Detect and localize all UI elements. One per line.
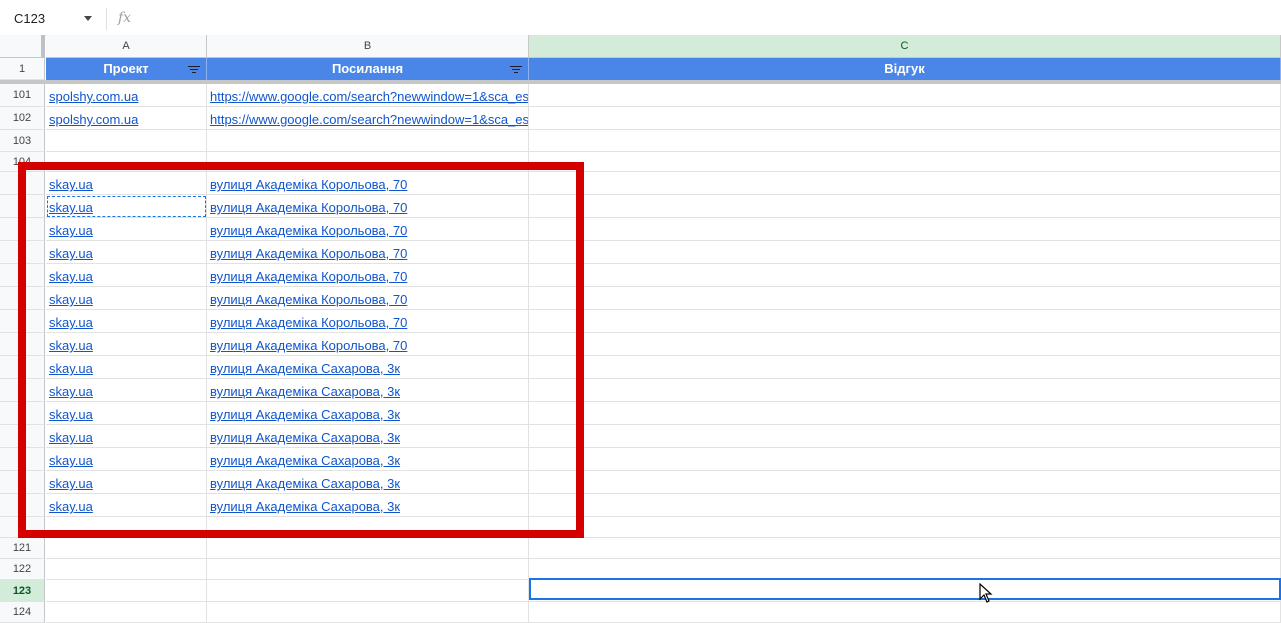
row-header[interactable]: 124 bbox=[0, 602, 45, 623]
fx-icon: fx bbox=[118, 10, 132, 26]
row-header[interactable]: 123 bbox=[0, 580, 45, 602]
cell-c[interactable] bbox=[529, 195, 1281, 218]
cell-a[interactable] bbox=[46, 538, 207, 559]
header-cell-c[interactable]: Відгук bbox=[529, 58, 1281, 80]
project-link[interactable]: spolshy.com.ua bbox=[49, 89, 138, 104]
cell-c[interactable] bbox=[529, 241, 1281, 264]
row-header[interactable]: 101 bbox=[0, 84, 45, 107]
cell-c[interactable] bbox=[529, 310, 1281, 333]
cell-c[interactable] bbox=[529, 471, 1281, 494]
row-header-1[interactable]: 1 bbox=[0, 58, 45, 80]
project-link[interactable]: spolshy.com.ua bbox=[49, 112, 138, 127]
cell-c[interactable] bbox=[529, 264, 1281, 287]
select-all-corner[interactable] bbox=[0, 35, 45, 58]
cell-c[interactable] bbox=[529, 218, 1281, 241]
cell-c[interactable] bbox=[529, 602, 1281, 623]
cell-c[interactable] bbox=[529, 107, 1281, 130]
active-cell-c123[interactable] bbox=[529, 578, 1281, 600]
row-header[interactable]: 102 bbox=[0, 107, 45, 130]
header-cell-a[interactable]: Проект bbox=[46, 58, 207, 80]
cell-a[interactable] bbox=[46, 130, 207, 152]
row-header[interactable]: 103 bbox=[0, 130, 45, 152]
mouse-cursor-icon bbox=[979, 583, 993, 603]
cell-c[interactable] bbox=[529, 356, 1281, 379]
row-header[interactable]: 121 bbox=[0, 538, 45, 559]
header-cell-b[interactable]: Посилання bbox=[207, 58, 529, 80]
cell-c[interactable] bbox=[529, 172, 1281, 195]
formula-bar: C123 fx bbox=[0, 0, 1281, 36]
column-header-c[interactable]: C bbox=[529, 35, 1281, 58]
address-link[interactable]: https://www.google.com/search?newwindow=… bbox=[210, 112, 528, 127]
cell-b[interactable] bbox=[207, 559, 529, 580]
highlight-annotation-box bbox=[18, 162, 584, 538]
filter-icon[interactable] bbox=[510, 66, 522, 74]
filter-icon[interactable] bbox=[188, 66, 200, 74]
cell-c[interactable] bbox=[529, 333, 1281, 356]
cell-b[interactable] bbox=[207, 580, 529, 602]
column-header-a[interactable]: A bbox=[46, 35, 207, 58]
row-header[interactable]: 122 bbox=[0, 559, 45, 580]
cell-c[interactable] bbox=[529, 379, 1281, 402]
name-box[interactable]: C123 bbox=[14, 11, 45, 26]
header-title: Відгук bbox=[884, 61, 925, 76]
name-box-dropdown-icon[interactable] bbox=[84, 16, 92, 21]
cell-a[interactable]: spolshy.com.ua bbox=[46, 107, 207, 130]
cell-b[interactable] bbox=[207, 538, 529, 559]
cell-c[interactable] bbox=[529, 152, 1281, 172]
header-title: Посилання bbox=[331, 61, 404, 76]
cell-c[interactable] bbox=[529, 494, 1281, 517]
cell-c[interactable] bbox=[529, 517, 1281, 538]
cell-c[interactable] bbox=[529, 425, 1281, 448]
cell-a[interactable] bbox=[46, 559, 207, 580]
cell-c[interactable] bbox=[529, 538, 1281, 559]
address-link[interactable]: https://www.google.com/search?newwindow=… bbox=[210, 89, 528, 104]
cell-b[interactable]: https://www.google.com/search?newwindow=… bbox=[207, 84, 529, 107]
cell-c[interactable] bbox=[529, 559, 1281, 580]
cell-c[interactable] bbox=[529, 287, 1281, 310]
cell-b[interactable]: https://www.google.com/search?newwindow=… bbox=[207, 107, 529, 130]
cell-a[interactable] bbox=[46, 580, 207, 602]
formula-divider bbox=[106, 8, 107, 30]
column-header-b[interactable]: B bbox=[207, 35, 529, 58]
cell-c[interactable] bbox=[529, 130, 1281, 152]
cell-c[interactable] bbox=[529, 448, 1281, 471]
cell-c[interactable] bbox=[529, 84, 1281, 107]
cell-b[interactable] bbox=[207, 602, 529, 623]
cell-a[interactable] bbox=[46, 602, 207, 623]
cell-c[interactable] bbox=[529, 402, 1281, 425]
cell-b[interactable] bbox=[207, 130, 529, 152]
cell-a[interactable]: spolshy.com.ua bbox=[46, 84, 207, 107]
header-title: Проект bbox=[103, 61, 149, 76]
